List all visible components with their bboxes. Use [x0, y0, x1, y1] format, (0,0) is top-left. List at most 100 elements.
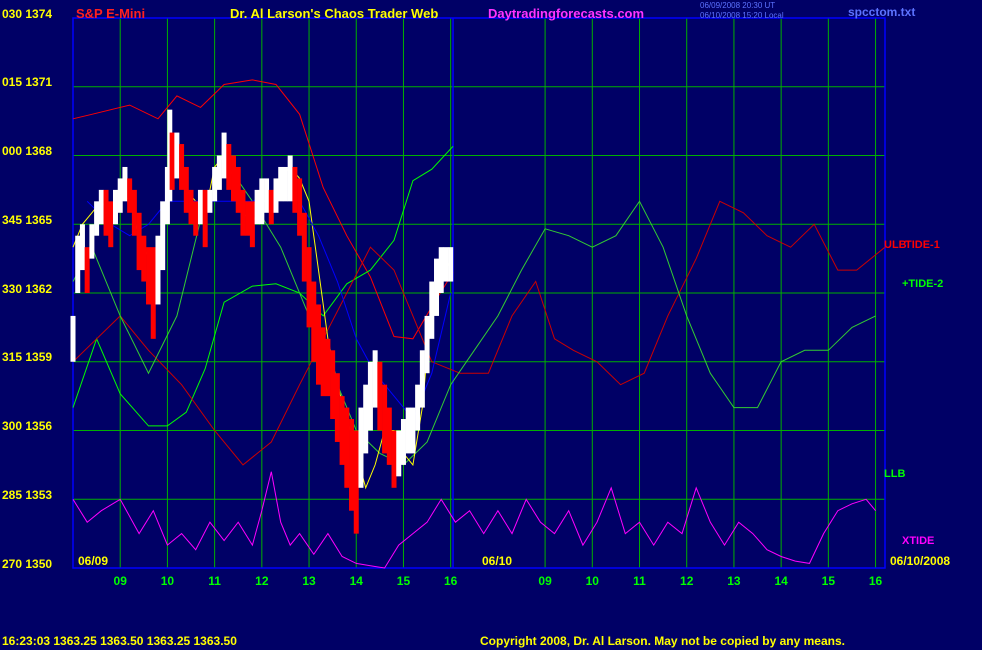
- x-tick-label: 14: [349, 574, 363, 588]
- price-bar: [216, 155, 222, 190]
- price-bar: [424, 315, 430, 374]
- x-tick-label: 15: [396, 574, 411, 588]
- series-label: ULB: [884, 239, 907, 252]
- price-bar: [268, 189, 274, 225]
- tide1-line: [72, 200, 886, 466]
- price-chart: [70, 17, 886, 569]
- site-link[interactable]: Daytradingforecasts.com: [488, 6, 644, 21]
- price-bar: [306, 247, 312, 328]
- price-bar: [174, 132, 180, 179]
- date-label-start: 06/09: [78, 554, 109, 568]
- timestamp-ut: 06/09/2008 20:30 UT: [700, 1, 776, 10]
- y-axis-label: 330 1362: [2, 282, 53, 296]
- x-tick-label: 09: [538, 574, 552, 588]
- price-bar: [150, 247, 156, 339]
- price-bar: [301, 212, 307, 282]
- price-bar: [330, 350, 336, 420]
- price-bar: [353, 430, 359, 534]
- price-bar: [141, 235, 147, 282]
- series-label: TIDE-1: [905, 239, 940, 252]
- price-bar: [70, 315, 76, 362]
- chart-title: Dr. Al Larson's Chaos Trader Web: [230, 6, 439, 21]
- price-bar: [334, 373, 340, 442]
- y-axis-label: 285 1353: [2, 488, 53, 502]
- price-bar: [410, 407, 416, 454]
- series-label: LLB: [884, 468, 906, 481]
- price-bar: [372, 350, 378, 408]
- price-bar: [98, 189, 104, 225]
- price-bar: [400, 419, 406, 465]
- price-bar: [386, 407, 392, 465]
- price-bar: [282, 166, 288, 202]
- price-bar: [273, 178, 279, 213]
- price-bar: [405, 407, 411, 454]
- x-tick-label: 13: [302, 574, 316, 588]
- price-bar: [160, 201, 166, 271]
- price-bar: [193, 201, 199, 236]
- price-bar: [259, 178, 265, 225]
- x-tick-label: 12: [680, 574, 694, 588]
- price-bar: [396, 430, 402, 477]
- x-tick-label: 10: [585, 574, 599, 588]
- y-axis-label: 270 1350: [2, 557, 53, 571]
- price-bar: [434, 258, 440, 316]
- price-bar: [179, 144, 185, 190]
- price-bar: [391, 430, 397, 488]
- price-bar: [287, 155, 293, 202]
- x-tick-label: 09: [113, 574, 127, 588]
- y-axis-label: 030 1374: [2, 7, 53, 21]
- price-bar: [84, 247, 90, 293]
- price-bar: [136, 212, 142, 271]
- x-tick-label: 16: [868, 574, 883, 588]
- price-bar: [207, 189, 213, 213]
- price-bar: [146, 247, 152, 305]
- price-bar: [249, 201, 255, 248]
- price-bar: [117, 178, 123, 213]
- price-bar: [131, 189, 137, 236]
- price-bar: [419, 350, 425, 408]
- price-bar: [339, 396, 345, 465]
- price-bar: [325, 338, 331, 397]
- series-label: +TIDE-2: [902, 278, 944, 291]
- price-bar: [94, 201, 100, 236]
- price-bar: [344, 407, 350, 488]
- y-axis-label: 345 1365: [2, 213, 53, 227]
- price-bar: [245, 201, 251, 236]
- price-bar: [438, 247, 444, 293]
- date-label-end: 06/10/2008: [890, 554, 951, 568]
- x-tick-label: 10: [160, 574, 175, 588]
- quote-readout: 16:23:03 1363.25 1363.50 1363.25 1363.50: [2, 634, 237, 648]
- price-bar: [292, 166, 298, 213]
- price-bar: [254, 189, 260, 225]
- series-label: XTIDE: [902, 534, 935, 547]
- price-bar: [226, 144, 232, 190]
- price-bar: [264, 178, 270, 213]
- price-bar: [429, 281, 435, 339]
- data-file-label: spcctom.txt: [848, 5, 916, 19]
- x-tick-label: 14: [774, 574, 788, 588]
- price-bar: [382, 384, 388, 454]
- y-axis-label: 015 1371: [2, 75, 53, 89]
- xtide-line: [72, 471, 876, 569]
- x-tick-label: 11: [208, 574, 221, 588]
- price-bar: [89, 224, 95, 259]
- price-bar: [79, 224, 85, 271]
- x-tick-label: 11: [633, 574, 646, 588]
- price-bar: [358, 407, 364, 488]
- x-tick-label: 13: [727, 574, 741, 588]
- price-bar: [108, 201, 114, 248]
- price-bar: [377, 361, 383, 431]
- price-bar: [297, 178, 303, 236]
- price-bar: [212, 166, 218, 202]
- price-bar: [183, 166, 189, 213]
- price-bar: [278, 166, 284, 202]
- price-bar: [367, 361, 373, 431]
- price-bar: [448, 247, 454, 282]
- price-bar: [169, 132, 175, 190]
- price-bar: [197, 189, 203, 225]
- price-bar: [122, 166, 128, 202]
- y-axis-label: 300 1356: [2, 419, 53, 433]
- price-bar: [188, 189, 194, 225]
- price-bar: [127, 178, 133, 213]
- copyright-notice: Copyright 2008, Dr. Al Larson. May not b…: [480, 634, 845, 648]
